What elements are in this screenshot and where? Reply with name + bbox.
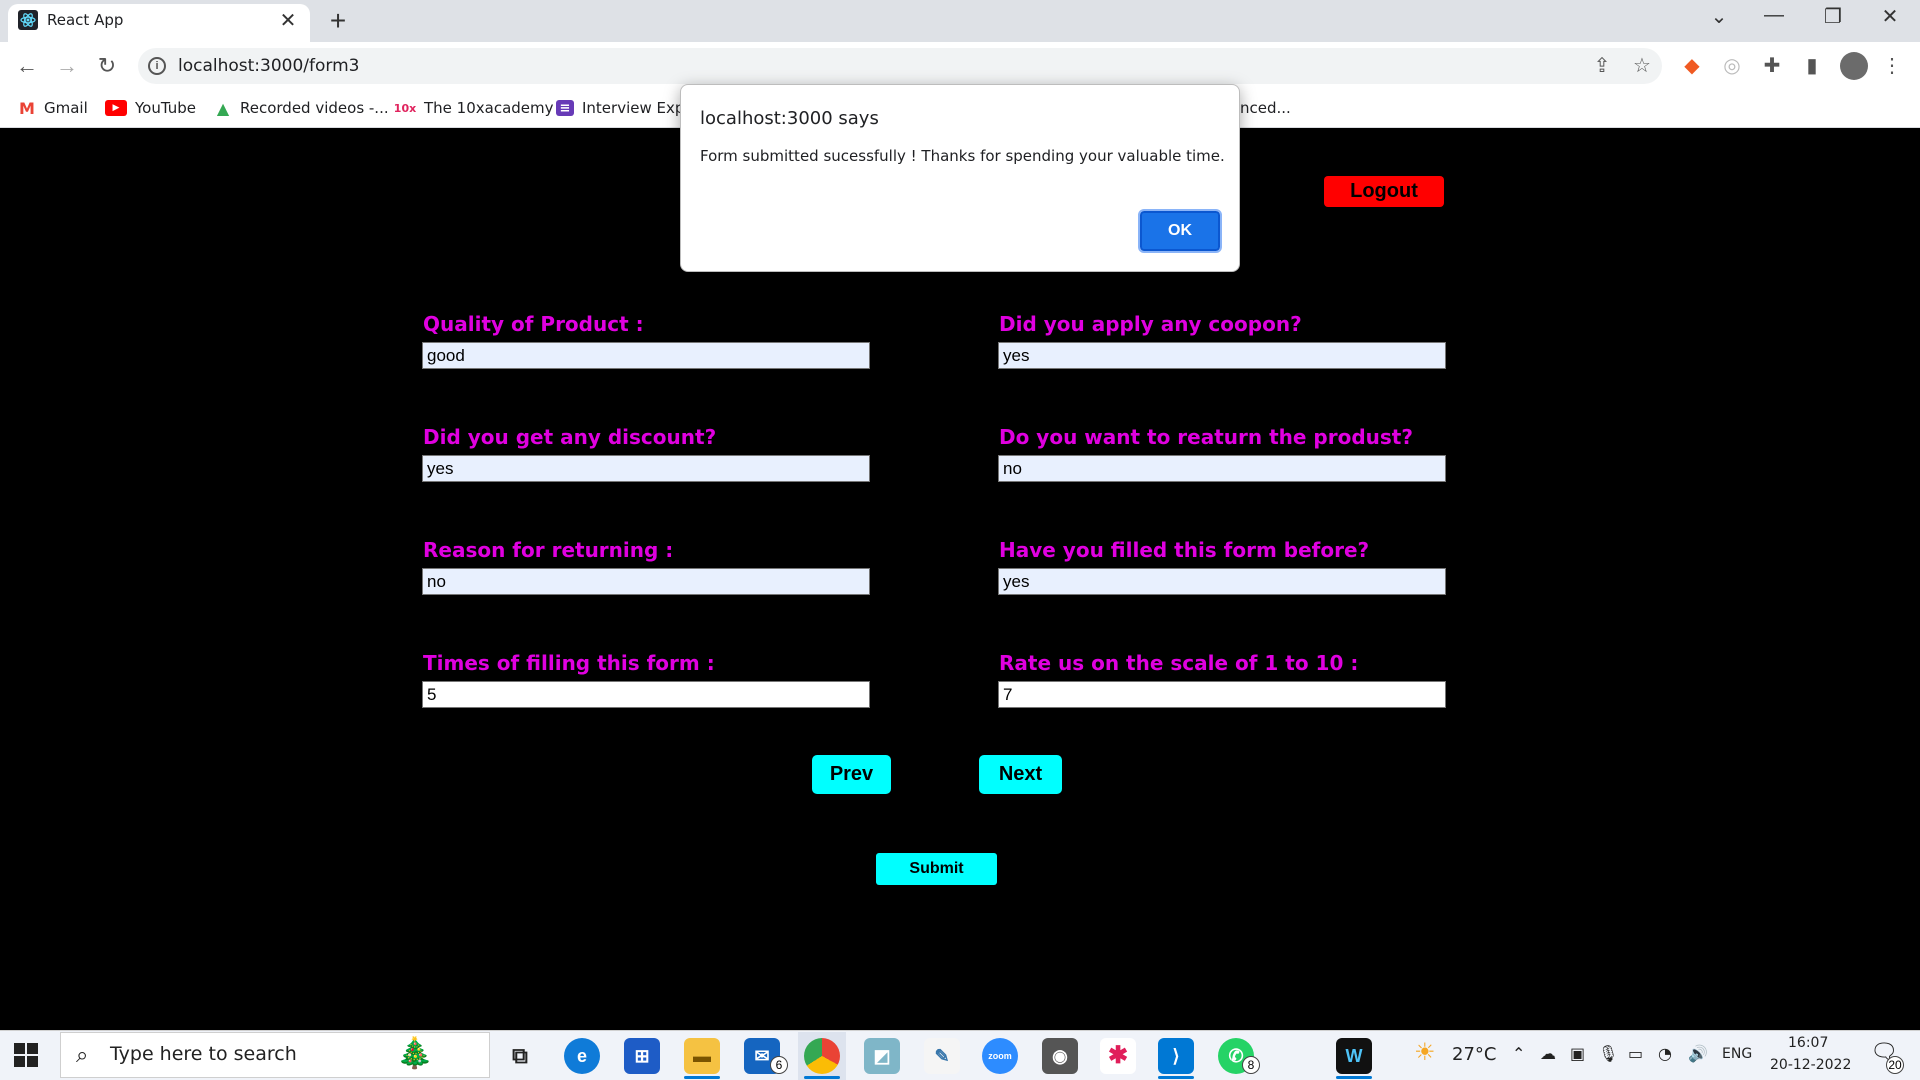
input-return-product[interactable]: no bbox=[998, 455, 1446, 482]
clock-time[interactable]: 16:07 bbox=[1788, 1035, 1828, 1051]
slack-icon[interactable]: ✱ bbox=[1100, 1038, 1136, 1074]
clock-date[interactable]: 20-12-2022 bbox=[1770, 1057, 1851, 1073]
microphone-icon[interactable]: 🎙 bbox=[1598, 1044, 1618, 1063]
bookmark-overflow[interactable]: nced... bbox=[1240, 96, 1291, 120]
submit-button[interactable]: Submit bbox=[876, 853, 997, 885]
notification-count-badge: 20 bbox=[1886, 1056, 1904, 1074]
drive-icon: ▲ bbox=[216, 98, 230, 118]
bookmark-10xacademy[interactable]: 10x The 10xacademy bbox=[394, 96, 554, 120]
webex-icon[interactable]: W bbox=[1336, 1038, 1372, 1074]
chrome-active-indicator bbox=[804, 1076, 840, 1079]
label-times-filling: Times of filling this form : bbox=[423, 651, 715, 675]
holiday-decoration-icon: 🎄 bbox=[396, 1037, 434, 1070]
gmail-icon: M bbox=[19, 98, 35, 118]
bookmark-star-icon[interactable]: ☆ bbox=[1628, 52, 1656, 80]
extension-brave-icon[interactable]: ◆ bbox=[1678, 52, 1706, 80]
vscode-icon[interactable]: ⟩ bbox=[1158, 1038, 1194, 1074]
wifi-icon[interactable]: ◔ bbox=[1658, 1044, 1672, 1063]
app-blueprint-icon[interactable]: ◩ bbox=[864, 1038, 900, 1074]
dialog-title: localhost:3000 says bbox=[700, 108, 879, 129]
menu-kebab-icon[interactable]: ⋮ bbox=[1878, 52, 1906, 80]
chrome-icon[interactable] bbox=[804, 1038, 840, 1074]
bookmark-gmail[interactable]: M Gmail bbox=[18, 96, 88, 120]
label-discount: Did you get any discount? bbox=[423, 425, 717, 449]
mail-badge: 6 bbox=[770, 1056, 788, 1074]
profile-avatar[interactable] bbox=[1840, 52, 1868, 80]
label-quality-of-product: Quality of Product : bbox=[423, 312, 644, 336]
logout-button[interactable]: Logout bbox=[1324, 176, 1444, 207]
dialog-message: Form submitted sucessfully ! Thanks for … bbox=[700, 147, 1225, 165]
webex-active-indicator bbox=[1336, 1076, 1372, 1079]
site-info-icon[interactable]: i bbox=[148, 57, 166, 75]
react-favicon-icon bbox=[18, 10, 38, 30]
meet-now-icon[interactable]: ▣ bbox=[1570, 1044, 1585, 1063]
bookmark-youtube[interactable]: ▶ YouTube bbox=[105, 96, 196, 120]
label-filled-before: Have you filled this form before? bbox=[999, 538, 1370, 562]
new-tab-button[interactable]: + bbox=[326, 5, 350, 37]
input-coupon[interactable]: yes bbox=[998, 342, 1446, 369]
language-indicator[interactable]: ENG bbox=[1722, 1046, 1752, 1062]
restore-button[interactable]: ❐ bbox=[1811, 4, 1855, 36]
label-coupon: Did you apply any coopon? bbox=[999, 312, 1302, 336]
10x-icon: 10x bbox=[393, 101, 417, 115]
camera-icon[interactable]: ◉ bbox=[1042, 1038, 1078, 1074]
extension-circle-icon[interactable]: ◎ bbox=[1718, 52, 1746, 80]
onedrive-cloud-icon[interactable]: ☁ bbox=[1540, 1044, 1556, 1063]
whatsapp-badge: 8 bbox=[1242, 1056, 1260, 1074]
close-window-button[interactable]: ✕ bbox=[1868, 4, 1912, 36]
youtube-icon: ▶ bbox=[105, 100, 127, 116]
tray-chevron-up-icon[interactable]: ⌃ bbox=[1512, 1044, 1525, 1063]
tab-search-icon[interactable]: ⌄ bbox=[1697, 4, 1741, 36]
next-button[interactable]: Next bbox=[979, 755, 1062, 794]
input-discount[interactable]: yes bbox=[422, 455, 870, 482]
back-arrow-icon[interactable]: ← bbox=[10, 50, 44, 84]
weather-temperature[interactable]: 27°C bbox=[1452, 1044, 1496, 1065]
input-reason-for-returning[interactable]: no bbox=[422, 568, 870, 595]
vscode-active-indicator bbox=[1158, 1076, 1194, 1079]
battery-icon[interactable]: ▭ bbox=[1628, 1044, 1643, 1063]
label-return-product: Do you want to reaturn the produst? bbox=[999, 425, 1413, 449]
forms-icon: ≡ bbox=[556, 100, 574, 116]
label-reason-for-returning: Reason for returning : bbox=[423, 538, 674, 562]
extensions-puzzle-icon[interactable]: ✚ bbox=[1758, 52, 1786, 80]
bookmark-recorded-videos[interactable]: ▲ Recorded videos -... bbox=[214, 96, 389, 120]
address-bar[interactable] bbox=[138, 48, 1662, 84]
forward-arrow-icon[interactable]: → bbox=[50, 50, 84, 84]
zoom-icon[interactable]: zoom bbox=[982, 1038, 1018, 1074]
windows-start-icon[interactable] bbox=[14, 1043, 38, 1067]
weather-sun-icon[interactable]: ☀ bbox=[1414, 1038, 1436, 1066]
input-rating[interactable]: 7 bbox=[998, 681, 1446, 708]
file-explorer-active-indicator bbox=[684, 1076, 720, 1079]
reload-icon[interactable]: ↻ bbox=[90, 50, 124, 84]
input-times-filling[interactable]: 5 bbox=[422, 681, 870, 708]
tab-title: React App bbox=[47, 11, 124, 29]
prev-button[interactable]: Prev bbox=[812, 755, 891, 794]
input-filled-before[interactable]: yes bbox=[998, 568, 1446, 595]
input-quality-of-product[interactable]: good bbox=[422, 342, 870, 369]
search-icon: ⌕ bbox=[76, 1042, 89, 1067]
label-rating: Rate us on the scale of 1 to 10 : bbox=[999, 651, 1359, 675]
task-view-icon[interactable]: ⧉ bbox=[502, 1038, 538, 1074]
url-text[interactable]: localhost:3000/form3 bbox=[178, 56, 359, 76]
file-explorer-icon[interactable]: ▬ bbox=[684, 1038, 720, 1074]
edge-icon[interactable]: e bbox=[564, 1038, 600, 1074]
volume-icon[interactable]: 🔊 bbox=[1688, 1044, 1708, 1063]
store-icon[interactable]: ⊞ bbox=[624, 1038, 660, 1074]
tab-close-icon[interactable]: ✕ bbox=[276, 8, 300, 33]
minimize-button[interactable]: — bbox=[1752, 4, 1796, 36]
bookmark-interview-experience[interactable]: ≡ Interview Expe bbox=[556, 96, 694, 120]
taskbar-search-placeholder[interactable]: Type here to search bbox=[110, 1043, 297, 1065]
dialog-ok-button[interactable]: OK bbox=[1138, 209, 1222, 253]
share-icon[interactable]: ⇪ bbox=[1588, 52, 1616, 80]
side-panel-icon[interactable]: ▮ bbox=[1798, 52, 1826, 80]
python-file-icon[interactable]: ✎ bbox=[924, 1038, 960, 1074]
